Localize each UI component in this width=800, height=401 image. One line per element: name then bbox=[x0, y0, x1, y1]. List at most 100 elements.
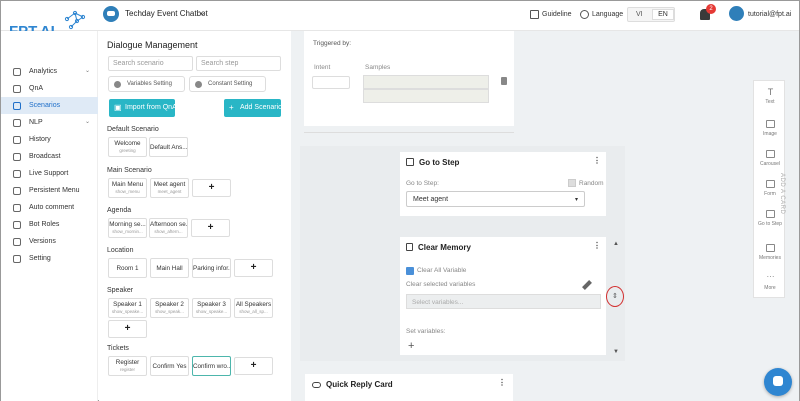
scenario-card-speaker-2[interactable]: Speaker 2 show_speak... bbox=[150, 298, 189, 318]
language-toggle[interactable]: VI EN bbox=[627, 7, 675, 22]
sidebar-item-live-support[interactable]: Live Support bbox=[1, 165, 98, 182]
step-select[interactable]: Meet agent ▾ bbox=[406, 191, 585, 207]
globe-icon bbox=[580, 10, 589, 19]
chat-widget-button[interactable] bbox=[764, 368, 792, 396]
sidebar-item-history[interactable]: History bbox=[1, 131, 98, 148]
select-variables-input[interactable]: Select variables... bbox=[406, 294, 601, 309]
scenario-card-sub: meet_agent bbox=[157, 189, 182, 194]
move-updown-icon[interactable]: ⇕ bbox=[612, 292, 618, 300]
bot-name[interactable]: Techday Event Chatbot bbox=[125, 9, 208, 18]
random-checkbox[interactable] bbox=[568, 179, 576, 187]
sidebar-item-auto-comment[interactable]: Auto comment bbox=[1, 199, 98, 216]
sample-input[interactable] bbox=[363, 89, 489, 103]
scenario-card-sub: show_all_sp... bbox=[239, 309, 268, 314]
scenario-card-welcome[interactable]: Welcome greeting bbox=[108, 137, 147, 157]
add-step-button[interactable]: + bbox=[234, 357, 273, 375]
bot-avatar[interactable] bbox=[103, 6, 119, 22]
group-label-main: Main Scenario bbox=[107, 167, 152, 174]
sidebar-item-broadcast[interactable]: Broadcast bbox=[1, 148, 98, 165]
plus-icon[interactable]: + bbox=[408, 341, 414, 352]
search-scenario-input[interactable]: Search scenario bbox=[108, 56, 193, 71]
more-vertical-icon[interactable]: ⋮ bbox=[498, 378, 506, 387]
variables-setting-button[interactable]: Variables Setting bbox=[108, 76, 185, 92]
sidebar-item-bot-roles[interactable]: Bot Roles bbox=[1, 216, 98, 233]
intent-label: Intent bbox=[314, 64, 331, 71]
add-step-button[interactable]: + bbox=[191, 219, 230, 237]
scenario-card-afternoon-session[interactable]: Afternoon se... show_aftern... bbox=[149, 218, 188, 238]
trash-icon[interactable] bbox=[501, 77, 507, 85]
go-to-step-label: Go to Step: bbox=[406, 180, 439, 187]
scenario-card-confirm-yes[interactable]: Confirm Yes bbox=[150, 356, 189, 376]
sidebar-item-setting[interactable]: Setting bbox=[1, 250, 98, 267]
tool-text[interactable]: T Text bbox=[754, 83, 786, 113]
constant-setting-button[interactable]: Constant Setting bbox=[189, 76, 266, 92]
scenario-card-sub: register bbox=[119, 367, 135, 372]
caret-down-icon: ▾ bbox=[574, 197, 578, 203]
select-variables-placeholder: Select variables... bbox=[412, 299, 464, 306]
sidebar-item-label: Analytics bbox=[29, 68, 58, 75]
sidebar-item-label: Bot Roles bbox=[29, 221, 60, 228]
scenario-card-title: Room 1 bbox=[116, 265, 139, 272]
guideline-link[interactable]: Guideline bbox=[542, 11, 572, 18]
more-vertical-icon[interactable]: ⋮ bbox=[593, 156, 601, 165]
user-email[interactable]: tutorial@fpt.ai bbox=[748, 11, 791, 18]
scenario-card-main-menu[interactable]: Main Menu show_menu bbox=[108, 178, 147, 198]
scenario-card-confirm-wrong[interactable]: Confirm wro... bbox=[192, 356, 231, 376]
scenario-card-parking-info[interactable]: Parking infor... bbox=[192, 258, 231, 278]
search-step-input[interactable]: Search step bbox=[196, 56, 281, 71]
scenario-card-all-speakers[interactable]: All Speakers show_all_sp... bbox=[234, 298, 273, 318]
add-step-button[interactable]: + bbox=[234, 259, 273, 277]
scenario-card-main-hall[interactable]: Main Hall bbox=[150, 258, 189, 278]
more-icon: ··· bbox=[766, 272, 775, 281]
tool-memories[interactable]: Memories bbox=[754, 239, 786, 269]
tool-more[interactable]: ··· More bbox=[754, 269, 786, 299]
gear-icon bbox=[195, 81, 202, 88]
intent-input[interactable] bbox=[312, 76, 350, 89]
more-vertical-icon[interactable]: ⋮ bbox=[593, 241, 601, 250]
language-vi[interactable]: VI bbox=[636, 11, 643, 18]
panel-title: Dialogue Management bbox=[107, 40, 198, 50]
sidebar-item-label: Setting bbox=[29, 255, 51, 262]
scenario-card-sub: greeting bbox=[119, 148, 136, 153]
bot-select-chevron-icon[interactable]: ⌄ bbox=[199, 8, 206, 17]
variables-setting-label: Variables Setting bbox=[127, 81, 172, 87]
import-qna-button[interactable]: ▣ Import from QnA bbox=[109, 99, 177, 117]
canvas-area: Triggered by: Intent Samples Go to Step … bbox=[291, 31, 799, 401]
go-to-step-card: Go to Step ⋮ Go to Step: Random Meet age… bbox=[400, 152, 606, 216]
scenario-card-title: All Speakers bbox=[235, 301, 272, 308]
scenario-card-title: Meet agent bbox=[153, 181, 186, 188]
clear-all-checkbox[interactable] bbox=[406, 267, 414, 275]
scenario-card-sub: show_aftern... bbox=[154, 229, 183, 234]
notification-badge: 2 bbox=[706, 4, 716, 14]
add-step-button[interactable]: + bbox=[108, 320, 147, 338]
image-icon bbox=[766, 120, 775, 128]
add-scenario-button[interactable]: + Add Scenario bbox=[224, 99, 282, 117]
group-label-tickets: Tickets bbox=[107, 345, 129, 352]
sidebar-item-versions[interactable]: Versions bbox=[1, 233, 98, 250]
sidebar-item-scenarios[interactable]: Scenarios bbox=[1, 97, 98, 114]
user-avatar[interactable] bbox=[729, 6, 744, 21]
sidebar-item-persistent-menu[interactable]: Persistent Menu bbox=[1, 182, 98, 199]
sidebar-item-analytics[interactable]: Analytics ⌄ bbox=[1, 63, 98, 80]
tool-label: Memories bbox=[759, 255, 781, 261]
scenario-card-register[interactable]: Register register bbox=[108, 356, 147, 376]
scenario-card-meet-agent[interactable]: Meet agent meet_agent bbox=[150, 178, 189, 198]
scenario-card-speaker-3[interactable]: Speaker 3 show_speake... bbox=[192, 298, 231, 318]
add-step-button[interactable]: + bbox=[192, 179, 231, 197]
scenario-card-default-answer[interactable]: Default Ans... bbox=[149, 137, 188, 157]
move-down-icon[interactable]: ▼ bbox=[613, 349, 619, 355]
sidebar-item-nlp[interactable]: NLP ⌄ bbox=[1, 114, 98, 131]
pencil-icon[interactable] bbox=[582, 280, 592, 290]
guideline-icon[interactable] bbox=[530, 10, 539, 19]
versions-icon bbox=[13, 238, 21, 246]
scenario-card-morning-session[interactable]: Morning se... show_mornin... bbox=[108, 218, 147, 238]
language-en[interactable]: EN bbox=[652, 9, 674, 20]
scenario-card-speaker-1[interactable]: Speaker 1 show_speake... bbox=[108, 298, 147, 318]
tool-carousel[interactable]: Carousel bbox=[754, 145, 786, 175]
move-up-icon[interactable]: ▲ bbox=[613, 241, 619, 247]
sidebar-item-qna[interactable]: QnA bbox=[1, 80, 98, 97]
comment-icon bbox=[13, 204, 21, 212]
scenario-card-room-1[interactable]: Room 1 bbox=[108, 258, 147, 278]
tool-image[interactable]: Image bbox=[754, 115, 786, 145]
sample-input[interactable] bbox=[363, 75, 489, 89]
